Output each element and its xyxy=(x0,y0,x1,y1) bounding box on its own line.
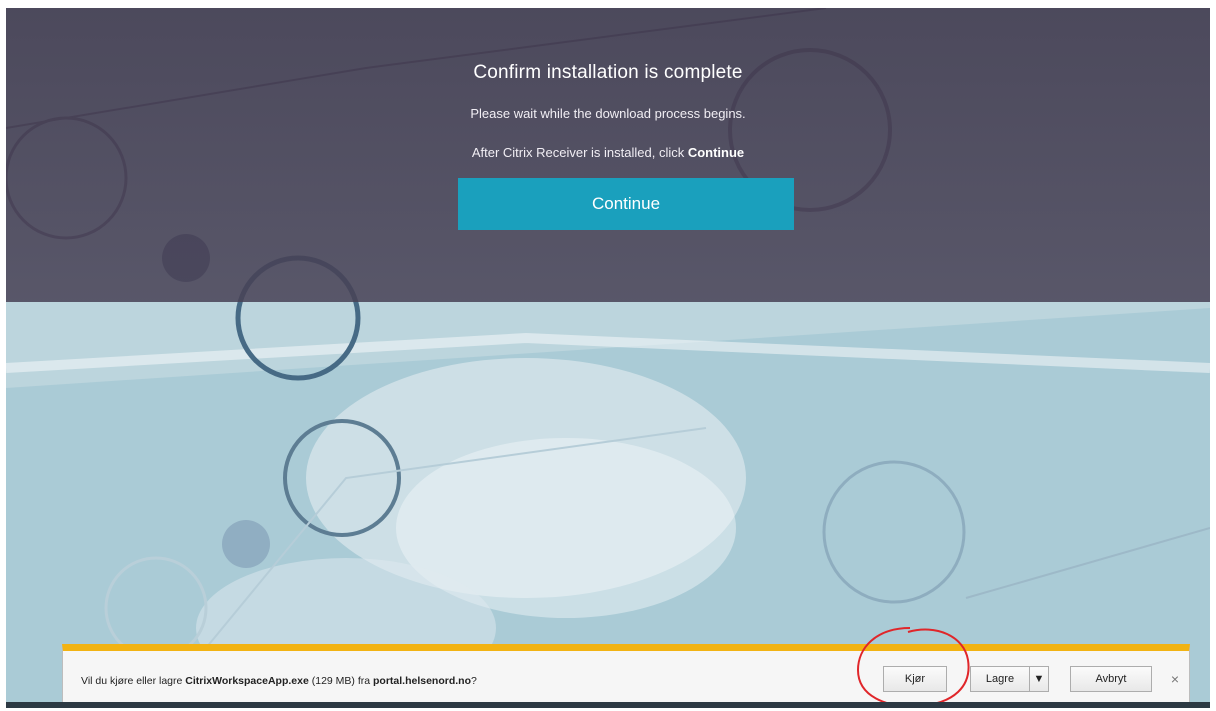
wait-message: Please wait while the download process b… xyxy=(470,106,746,121)
download-message: Vil du kjøre eller lagre CitrixWorkspace… xyxy=(81,675,477,687)
run-button[interactable]: Kjør xyxy=(883,666,947,692)
file-name: CitrixWorkspaceApp.exe xyxy=(185,675,309,687)
download-notification-bar: Vil du kjøre eller lagre CitrixWorkspace… xyxy=(62,644,1190,704)
chevron-down-icon[interactable]: ▼ xyxy=(1029,666,1049,692)
cancel-button[interactable]: Avbryt xyxy=(1070,666,1152,692)
download-source: portal.helsenord.no xyxy=(373,675,472,687)
message-prefix: Vil du kjøre eller lagre xyxy=(81,675,186,687)
continue-button[interactable]: Continue xyxy=(458,178,794,230)
message-suffix: ? xyxy=(471,675,477,687)
instruction-text: After Citrix Receiver is installed, clic… xyxy=(471,145,688,160)
install-confirmation-dialog: Confirm installation is complete Please … xyxy=(6,8,1210,302)
taskbar-edge xyxy=(6,702,1210,708)
browser-page: Confirm installation is complete Please … xyxy=(6,8,1210,708)
instruction-emphasis: Continue xyxy=(687,145,745,160)
dialog-title: Confirm installation is complete xyxy=(473,62,743,83)
close-icon[interactable]: × xyxy=(1166,668,1184,690)
file-size: (129 MB) fra xyxy=(308,675,373,687)
save-button[interactable]: Lagre xyxy=(970,666,1030,692)
instruction-message: After Citrix Receiver is installed, clic… xyxy=(6,145,1210,160)
